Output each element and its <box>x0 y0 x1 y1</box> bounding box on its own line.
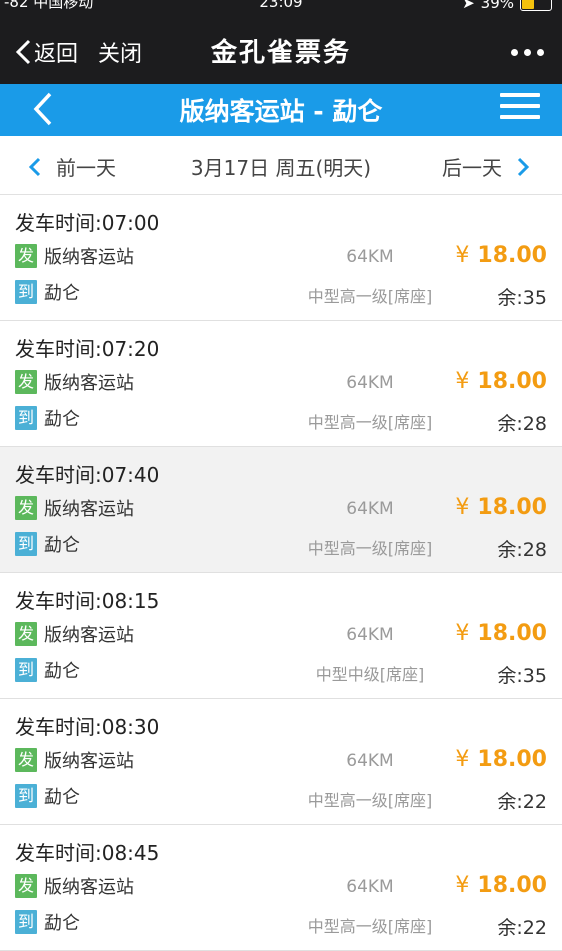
more-options-icon[interactable] <box>511 49 544 56</box>
origin-station: 版纳客运站 <box>44 247 134 268</box>
destination-station: 勐仑 <box>44 409 80 430</box>
price-value: 18.00 <box>477 621 547 646</box>
origin-station: 版纳客运站 <box>44 499 134 520</box>
destination-station: 勐仑 <box>44 661 80 682</box>
currency-symbol: ¥ <box>455 369 470 394</box>
bus-type: 中型高一级[席座] <box>307 413 433 432</box>
distance: 64KM <box>346 751 394 771</box>
origin-station: 版纳客运站 <box>44 751 134 772</box>
arrive-tag: 到 <box>15 658 37 682</box>
origin-station: 版纳客运站 <box>44 877 134 898</box>
price-value: 18.00 <box>477 495 547 520</box>
distance: 64KM <box>346 373 394 393</box>
depart-tag: 发 <box>15 496 37 520</box>
seats-remaining: 余:28 <box>497 539 547 561</box>
battery-percent: 39% <box>480 0 514 12</box>
depart-tag: 发 <box>15 370 37 394</box>
chevron-right-icon <box>517 157 530 176</box>
price-value: 18.00 <box>477 243 547 268</box>
currency-symbol: ¥ <box>455 243 470 268</box>
trip-list: 发车时间:07:00 发版纳客运站 到勐仑 64KM 中型高一级[席座] ¥18… <box>0 195 562 951</box>
hamburger-menu-icon[interactable] <box>500 86 540 119</box>
departure-time: 发车时间:07:20 <box>15 337 160 361</box>
depart-tag: 发 <box>15 244 37 268</box>
arrive-tag: 到 <box>15 406 37 430</box>
destination-station: 勐仑 <box>44 787 80 808</box>
destination-station: 勐仑 <box>44 283 80 304</box>
distance: 64KM <box>346 499 394 519</box>
trip-item[interactable]: 发车时间:07:00 发版纳客运站 到勐仑 64KM 中型高一级[席座] ¥18… <box>0 195 562 321</box>
bus-type: 中型高一级[席座] <box>307 917 433 936</box>
departure-time: 发车时间:08:30 <box>15 715 160 739</box>
route-header: 版纳客运站 - 勐仑 <box>0 84 562 136</box>
trip-item[interactable]: 发车时间:08:15 发版纳客运站 到勐仑 64KM 中型中级[席座] ¥18.… <box>0 573 562 699</box>
price-value: 18.00 <box>477 369 547 394</box>
bus-type: 中型中级[席座] <box>315 665 425 684</box>
wechat-page-title: 金孔雀票务 <box>210 38 351 68</box>
status-bar: -82 中国移动 23:09 ➤ 39% <box>0 0 562 16</box>
price-value: 18.00 <box>477 747 547 772</box>
distance: 64KM <box>346 247 394 267</box>
bus-type: 中型高一级[席座] <box>307 287 433 306</box>
depart-tag: 发 <box>15 748 37 772</box>
trip-item[interactable]: 发车时间:07:20 发版纳客运站 到勐仑 64KM 中型高一级[席座] ¥18… <box>0 321 562 447</box>
price-value: 18.00 <box>477 873 547 898</box>
bus-type: 中型高一级[席座] <box>307 539 433 558</box>
depart-tag: 发 <box>15 622 37 646</box>
arrive-tag: 到 <box>15 532 37 556</box>
price: ¥18.00 <box>455 747 547 772</box>
next-day-label: 后一天 <box>442 156 502 180</box>
currency-symbol: ¥ <box>455 495 470 520</box>
bus-type: 中型高一级[席座] <box>307 791 433 810</box>
next-day-button[interactable]: 后一天 <box>442 152 530 181</box>
departure-time: 发车时间:07:00 <box>15 211 160 235</box>
depart-tag: 发 <box>15 874 37 898</box>
price: ¥18.00 <box>455 369 547 394</box>
destination-station: 勐仑 <box>44 913 80 934</box>
departure-time: 发车时间:08:45 <box>15 841 160 865</box>
origin-station: 版纳客运站 <box>44 373 134 394</box>
distance: 64KM <box>346 625 394 645</box>
price: ¥18.00 <box>455 621 547 646</box>
arrive-tag: 到 <box>15 910 37 934</box>
trip-item[interactable]: 发车时间:08:30 发版纳客运站 到勐仑 64KM 中型高一级[席座] ¥18… <box>0 699 562 825</box>
status-icons: ➤ 39% <box>462 0 552 11</box>
trip-item[interactable]: 发车时间:07:40 发版纳客运站 到勐仑 64KM 中型高一级[席座] ¥18… <box>0 447 562 573</box>
wechat-nav-bar: 返回 关闭 金孔雀票务 <box>0 16 562 84</box>
destination-station: 勐仑 <box>44 535 80 556</box>
price: ¥18.00 <box>455 495 547 520</box>
distance: 64KM <box>346 877 394 897</box>
currency-symbol: ¥ <box>455 873 470 898</box>
departure-time: 发车时间:07:40 <box>15 463 160 487</box>
departure-time: 发车时间:08:15 <box>15 589 160 613</box>
arrive-tag: 到 <box>15 280 37 304</box>
seats-remaining: 余:28 <box>497 413 547 435</box>
seats-remaining: 余:22 <box>497 917 547 939</box>
location-icon: ➤ <box>462 0 475 12</box>
seats-remaining: 余:35 <box>497 665 547 687</box>
price: ¥18.00 <box>455 243 547 268</box>
battery-icon <box>520 0 552 11</box>
date-navigation: 前一天 3月17日 周五(明天) 后一天 <box>0 136 562 195</box>
currency-symbol: ¥ <box>455 621 470 646</box>
price: ¥18.00 <box>455 873 547 898</box>
origin-station: 版纳客运站 <box>44 625 134 646</box>
seats-remaining: 余:22 <box>497 791 547 813</box>
trip-item[interactable]: 发车时间:08:45 发版纳客运站 到勐仑 64KM 中型高一级[席座] ¥18… <box>0 825 562 951</box>
arrive-tag: 到 <box>15 784 37 808</box>
seats-remaining: 余:35 <box>497 287 547 309</box>
currency-symbol: ¥ <box>455 747 470 772</box>
route-title: 版纳客运站 - 勐仑 <box>179 97 383 126</box>
